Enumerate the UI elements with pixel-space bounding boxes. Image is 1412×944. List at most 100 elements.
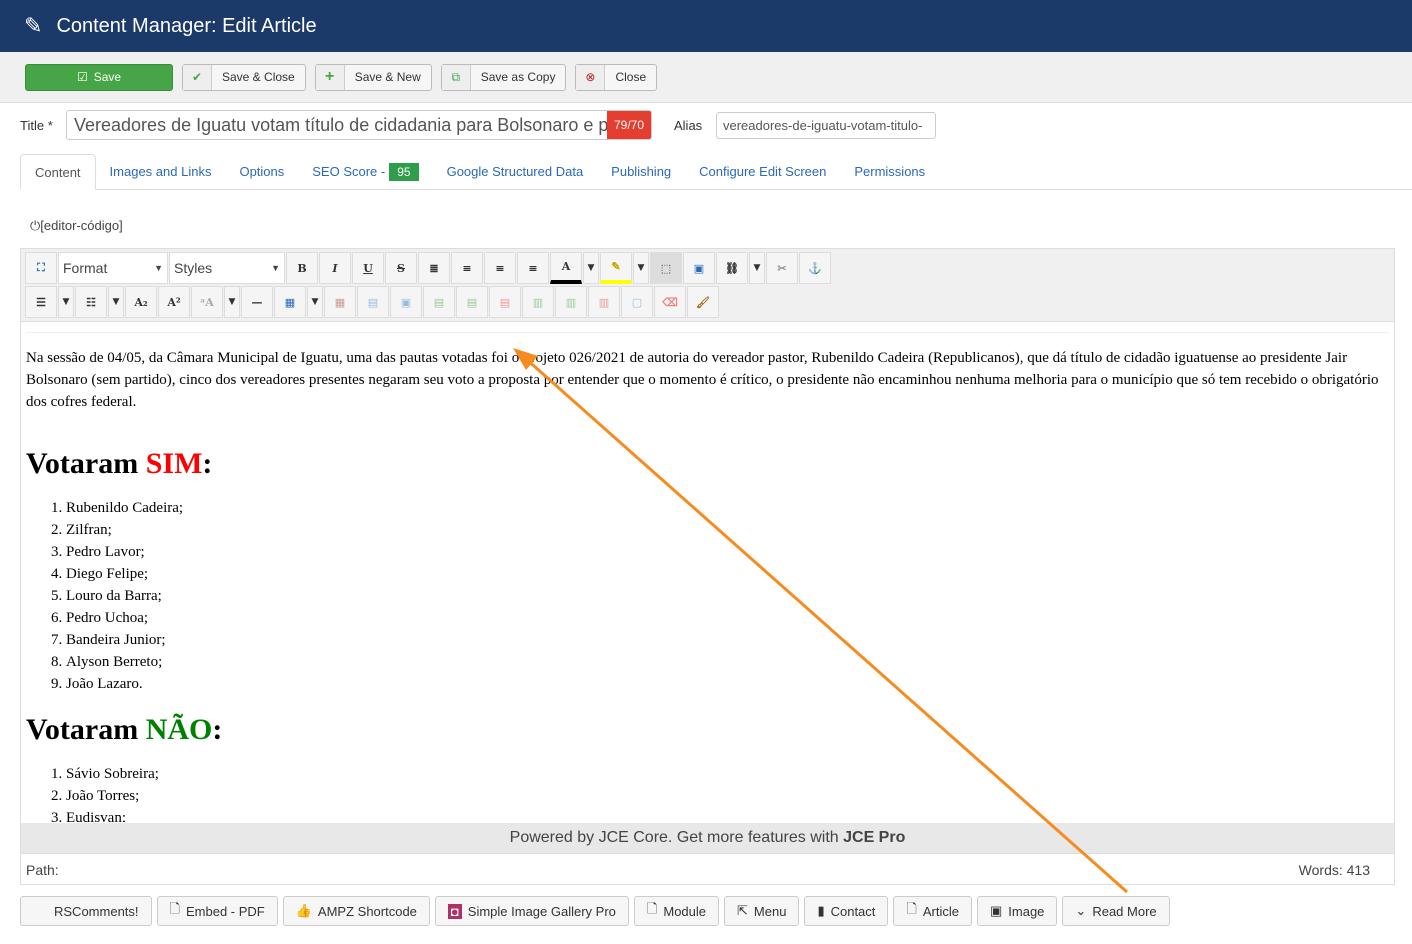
- visual-aid-icon[interactable]: ⬚: [650, 252, 682, 284]
- list-item: Diego Felipe;: [66, 563, 1389, 585]
- chevron-down-icon[interactable]: ▼: [224, 286, 240, 318]
- save-new-button[interactable]: + Save & New: [314, 63, 432, 91]
- image-button[interactable]: ▣ Image: [976, 896, 1058, 926]
- align-left-icon[interactable]: ≡: [484, 252, 516, 284]
- tab-options[interactable]: Options: [225, 154, 298, 189]
- ampz-shortcode-button[interactable]: 👍 AMPZ Shortcode: [282, 896, 430, 926]
- underline-icon[interactable]: U: [352, 252, 384, 284]
- list-item: João Torres;: [66, 785, 1389, 807]
- row-before-icon[interactable]: ▤: [423, 286, 455, 318]
- nao-list: Sávio Sobreira; João Torres; Eudisvan;: [26, 763, 1389, 822]
- path-label: Path:: [26, 861, 59, 878]
- copy-icon: ⧉: [441, 64, 471, 90]
- editor-buttons: RSComments! 🗋 Embed - PDF 👍 AMPZ Shortcode…: [20, 896, 1170, 926]
- tab-seo-score[interactable]: SEO Score -95: [298, 154, 432, 189]
- tab-google-structured-data[interactable]: Google Structured Data: [433, 154, 598, 189]
- read-more-button[interactable]: ⌄ Read More: [1062, 896, 1170, 926]
- char-counter: 79/70: [607, 111, 651, 139]
- merge-cells-icon[interactable]: ▢: [621, 286, 653, 318]
- anchor-icon[interactable]: ⚓: [799, 252, 831, 284]
- list-item: Zilfran;: [66, 519, 1389, 541]
- article-button[interactable]: 🗋 Article: [893, 896, 972, 926]
- list-item: Pedro Uchoa;: [66, 607, 1389, 629]
- font-color-icon[interactable]: A: [550, 252, 582, 284]
- highlight-icon[interactable]: ✎: [600, 252, 632, 284]
- chevron-down-icon[interactable]: ▼: [307, 286, 323, 318]
- chevron-down-icon[interactable]: ▼: [749, 252, 765, 284]
- col-after-icon[interactable]: ▥: [555, 286, 587, 318]
- seo-score-badge: 95: [389, 162, 419, 181]
- tab-configure-edit-screen[interactable]: Configure Edit Screen: [685, 154, 840, 189]
- contact-button[interactable]: ▮ Contact: [804, 896, 889, 926]
- list-item: Alyson Berreto;: [66, 651, 1389, 673]
- eraser-icon[interactable]: ⌫: [654, 286, 686, 318]
- styles-select[interactable]: Styles ▼: [169, 252, 285, 284]
- close-button[interactable]: ⊗ Close: [575, 63, 658, 91]
- heading-sim: Votaram SIM:: [26, 447, 213, 480]
- tab-bar: Content Images and Links Options SEO Sco…: [20, 154, 1412, 190]
- tab-publishing[interactable]: Publishing: [597, 154, 685, 189]
- align-justify-icon[interactable]: ≣: [418, 252, 450, 284]
- link-icon[interactable]: ⛓: [716, 252, 748, 284]
- italic-icon[interactable]: I: [319, 252, 351, 284]
- gallery-icon: ◘: [447, 903, 462, 919]
- unlink-icon[interactable]: ✂: [766, 252, 798, 284]
- pencil-icon: ✎: [24, 13, 43, 38]
- menu-button[interactable]: ⇱ Menu: [724, 896, 800, 926]
- align-right-icon[interactable]: ≡: [517, 252, 549, 284]
- delete-col-icon[interactable]: ▥: [588, 286, 620, 318]
- numbered-list-icon[interactable]: ☰: [25, 286, 57, 318]
- table-props-icon[interactable]: ▤: [357, 286, 389, 318]
- image-icon[interactable]: ▣: [683, 252, 715, 284]
- list-item: Louro da Barra;: [66, 585, 1389, 607]
- list-item: João Lazaro.: [66, 673, 1389, 695]
- title-input[interactable]: Vereadores de Iguatu votam título de cid…: [66, 110, 652, 140]
- editor-content[interactable]: Na sessão de 04/05, da Câmara Municipal …: [21, 322, 1394, 822]
- file-add-icon: 🗋: [906, 901, 917, 916]
- chevron-down-icon[interactable]: ▼: [633, 252, 649, 284]
- fullscreen-icon[interactable]: ⛶: [25, 252, 57, 284]
- chevron-down-icon[interactable]: ▼: [58, 286, 74, 318]
- simple-image-gallery-button[interactable]: ◘ Simple Image Gallery Pro: [434, 896, 629, 926]
- cell-props-icon[interactable]: ▣: [390, 286, 422, 318]
- status-bar: Path: Words: 413: [21, 853, 1394, 885]
- list-item: Eudisvan;: [66, 807, 1389, 822]
- format-select[interactable]: Format ▼: [58, 252, 168, 284]
- font-size-icon[interactable]: ᵃA: [191, 286, 223, 318]
- superscript-icon[interactable]: A²: [158, 286, 190, 318]
- share-icon: ⇱: [737, 903, 748, 918]
- alias-input[interactable]: vereadores-de-iguatu-votam-titulo-: [716, 111, 936, 139]
- bold-icon[interactable]: B: [286, 252, 318, 284]
- rscomments-button[interactable]: RSComments!: [20, 896, 152, 926]
- chevron-down-icon[interactable]: ▼: [583, 252, 599, 284]
- editor-toggle[interactable]: ⏻[editor-código]: [30, 218, 123, 234]
- strikethrough-icon[interactable]: S: [385, 252, 417, 284]
- plus-icon: +: [315, 64, 345, 90]
- edit-icon: ☑: [76, 70, 88, 84]
- subscript-icon[interactable]: A₂: [125, 286, 157, 318]
- col-before-icon[interactable]: ▥: [522, 286, 554, 318]
- thumbs-up-icon: 👍: [295, 903, 312, 918]
- module-button[interactable]: 🗋 Module: [633, 896, 719, 926]
- align-center-icon[interactable]: ≡: [451, 252, 483, 284]
- save-close-button[interactable]: ✔ Save & Close: [182, 63, 306, 91]
- chevron-down-icon[interactable]: ▼: [108, 286, 124, 318]
- header: ✎ Content Manager: Edit Article: [0, 0, 1412, 52]
- save-copy-button[interactable]: ⧉ Save as Copy: [440, 63, 567, 91]
- row-after-icon[interactable]: ▤: [456, 286, 488, 318]
- tab-permissions[interactable]: Permissions: [840, 154, 939, 189]
- title-label: Title *: [20, 117, 53, 133]
- embed-pdf-button[interactable]: 🗋 Embed - PDF: [156, 896, 278, 926]
- horizontal-rule-icon[interactable]: —: [241, 286, 273, 318]
- file-icon: 🗋: [169, 901, 180, 916]
- editor-toolbar: ⛶ Format ▼ Styles ▼ B I U S ≣ ≡ ≡ ≡ A ▼ ✎ ▼ …: [21, 249, 1394, 322]
- address-book-icon: ▮: [817, 903, 825, 918]
- bullet-list-icon[interactable]: ☷: [75, 286, 107, 318]
- delete-table-icon[interactable]: ▦: [324, 286, 356, 318]
- tab-content[interactable]: Content: [20, 154, 96, 190]
- tab-images-links[interactable]: Images and Links: [96, 154, 226, 189]
- delete-row-icon[interactable]: ▤: [489, 286, 521, 318]
- table-icon[interactable]: ▦: [274, 286, 306, 318]
- cleanup-brush-icon[interactable]: 🖌: [687, 286, 719, 318]
- save-button[interactable]: ☑ Save: [25, 63, 173, 91]
